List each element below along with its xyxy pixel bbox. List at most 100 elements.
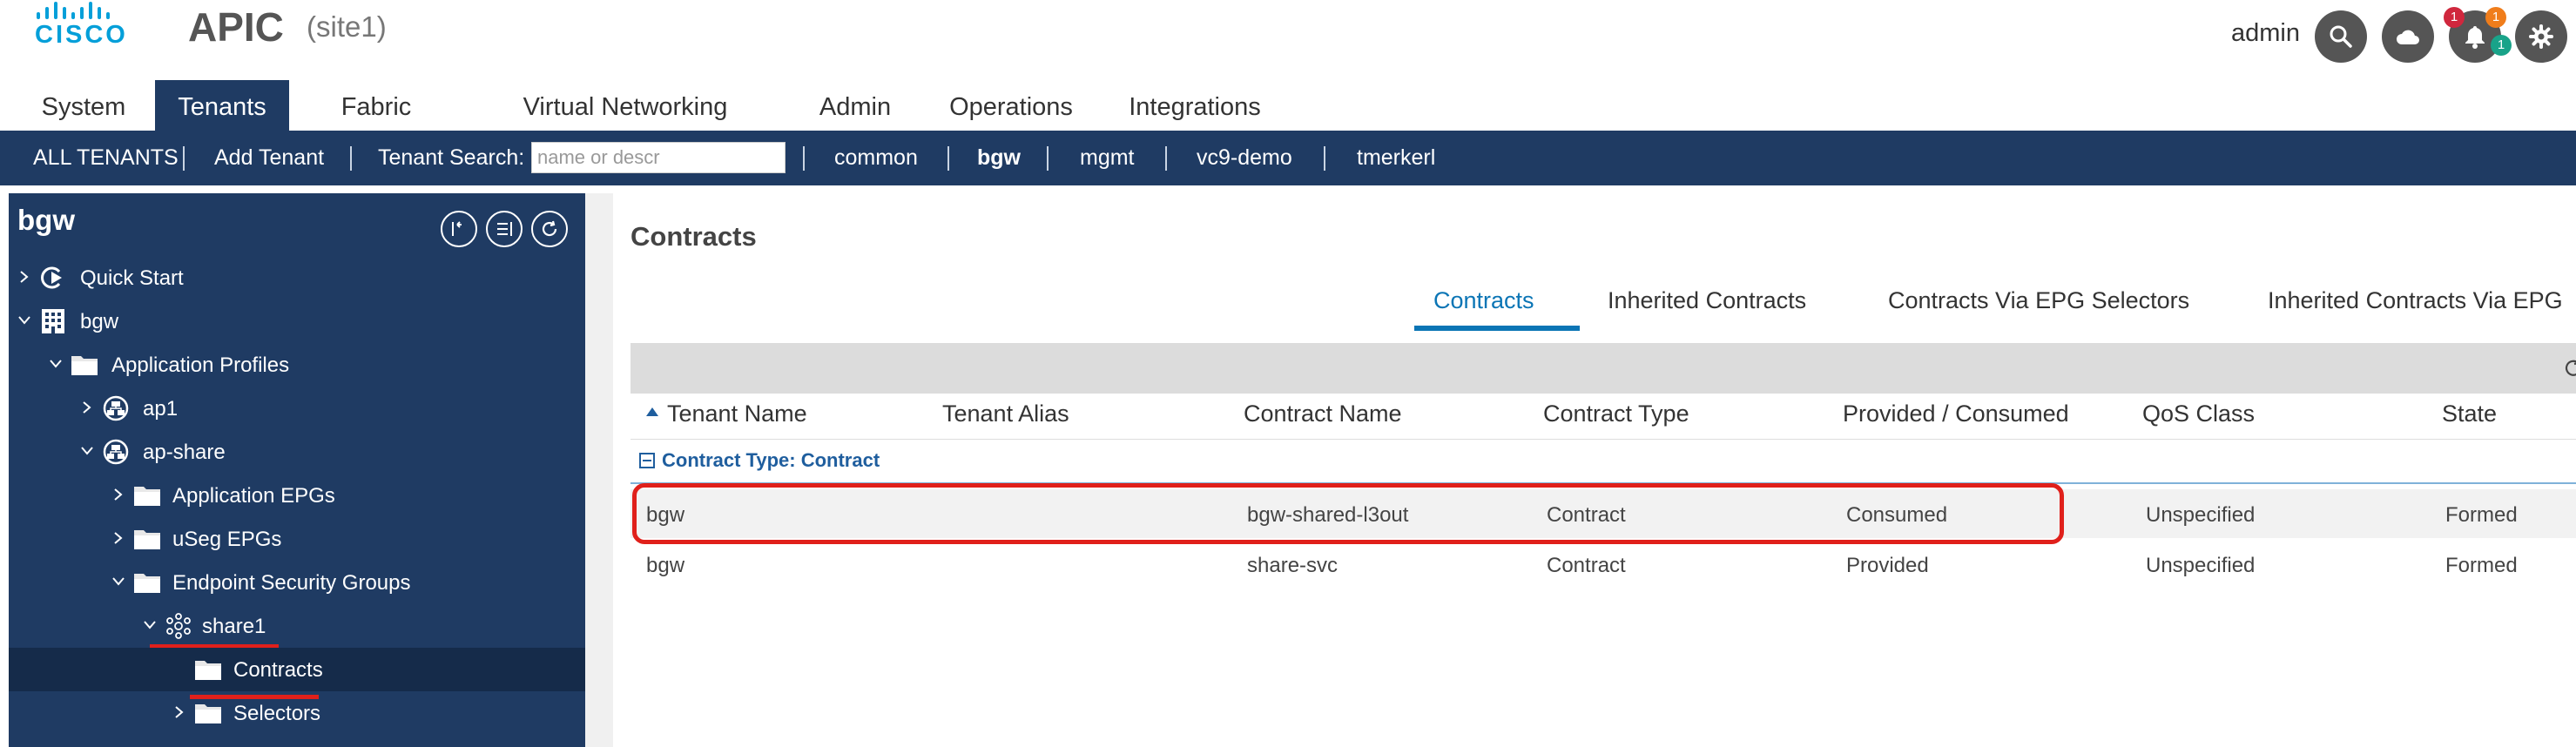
app-title: APIC bbox=[188, 4, 284, 50]
tree-item-ap-share[interactable]: ap-share bbox=[9, 430, 585, 474]
chevron-down-icon[interactable] bbox=[78, 442, 96, 460]
refresh-icon[interactable] bbox=[2562, 357, 2576, 380]
separator bbox=[803, 146, 805, 171]
sidebar-title: bgw bbox=[17, 204, 75, 236]
info-alert-badge: 1 bbox=[2491, 35, 2512, 56]
column-header-state[interactable]: State bbox=[2442, 400, 2497, 427]
cell-contract-type: Contract bbox=[1547, 554, 1626, 577]
folder-icon bbox=[195, 661, 221, 680]
settings-button[interactable] bbox=[2515, 10, 2567, 63]
chevron-right-icon[interactable] bbox=[110, 529, 127, 547]
navigation-pane: bgw Quick Start bgw Application Profiles… bbox=[9, 193, 585, 747]
chevron-down-icon[interactable] bbox=[110, 573, 127, 590]
tab-contracts[interactable]: Contracts bbox=[1433, 287, 1534, 322]
separator bbox=[1047, 146, 1049, 171]
cell-qos-class: Unspecified bbox=[2146, 554, 2256, 577]
tree-item-label: Application EPGs bbox=[172, 484, 335, 508]
add-tenant-link[interactable]: Add Tenant bbox=[214, 131, 324, 185]
tree-item-useg-epgs[interactable]: uSeg EPGs bbox=[9, 517, 585, 561]
tenant-link-vc9-demo[interactable]: vc9-demo bbox=[1197, 131, 1292, 185]
tab-virtual-networking[interactable]: Virtual Networking bbox=[505, 80, 745, 131]
tenant-link-common[interactable]: common bbox=[834, 131, 918, 185]
tab-fabric[interactable]: Fabric bbox=[314, 80, 439, 131]
page-title: Contracts bbox=[631, 221, 757, 252]
tree-item-label: share1 bbox=[202, 615, 266, 638]
tree-item-label: ap1 bbox=[143, 397, 179, 421]
refresh-tree-button[interactable] bbox=[531, 211, 568, 247]
tab-tenants[interactable]: Tenants bbox=[155, 80, 289, 131]
tenant-bar: ALL TENANTS Add Tenant Tenant Search: co… bbox=[0, 131, 2576, 185]
active-tab-indicator bbox=[1414, 326, 1580, 331]
cell-state: Formed bbox=[2445, 554, 2518, 577]
table-toolbar bbox=[631, 343, 2576, 394]
chevron-right-icon[interactable] bbox=[110, 486, 127, 503]
tab-operations[interactable]: Operations bbox=[937, 80, 1085, 131]
column-header-provided-consumed[interactable]: Provided / Consumed bbox=[1843, 400, 2069, 427]
column-header-qos-class[interactable]: QoS Class bbox=[2142, 400, 2255, 427]
main-nav: System Tenants Fabric Virtual Networking… bbox=[0, 80, 2576, 131]
collapse-group-icon[interactable] bbox=[639, 453, 655, 468]
work-pane: Contracts Contracts Inherited Contracts … bbox=[613, 202, 2576, 747]
tree-item-label: Endpoint Security Groups bbox=[172, 571, 411, 595]
column-header-tenant-alias[interactable]: Tenant Alias bbox=[942, 400, 1069, 427]
tree-item-quick-start[interactable]: Quick Start bbox=[9, 256, 585, 299]
esg-icon bbox=[166, 613, 191, 639]
separator bbox=[350, 146, 352, 171]
app-profile-icon bbox=[103, 395, 129, 421]
tab-system[interactable]: System bbox=[24, 80, 143, 131]
tree-item-label: Application Profiles bbox=[111, 353, 290, 377]
warning-alert-badge: 1 bbox=[2485, 7, 2506, 28]
tree-item-application-profiles[interactable]: Application Profiles bbox=[9, 343, 585, 387]
search-icon bbox=[2330, 25, 2352, 48]
chevron-right-icon[interactable] bbox=[16, 268, 33, 286]
bell-icon bbox=[2465, 26, 2485, 49]
tree-item-endpoint-security-groups[interactable]: Endpoint Security Groups bbox=[9, 561, 585, 604]
list-view-button[interactable] bbox=[486, 211, 523, 247]
all-tenants-link[interactable]: ALL TENANTS bbox=[33, 131, 179, 185]
critical-alert-badge: 1 bbox=[2444, 7, 2465, 28]
tree-item-contracts[interactable]: Contracts bbox=[9, 648, 585, 691]
cloud-icon bbox=[2397, 30, 2419, 44]
column-header-contract-name[interactable]: Contract Name bbox=[1244, 400, 1402, 427]
cell-tenant-name: bgw bbox=[646, 554, 685, 577]
tenant-link-bgw[interactable]: bgw bbox=[977, 131, 1021, 185]
cell-provided-consumed: Provided bbox=[1846, 554, 1929, 577]
chevron-right-icon[interactable] bbox=[78, 399, 96, 416]
app-profile-icon bbox=[103, 439, 129, 465]
tab-inherited-contracts-via-epg[interactable]: Inherited Contracts Via EPG bbox=[2268, 287, 2563, 322]
column-header-contract-type[interactable]: Contract Type bbox=[1543, 400, 1689, 427]
chevron-right-icon[interactable] bbox=[171, 703, 188, 721]
tree-item-share1[interactable]: share1 bbox=[9, 604, 585, 648]
tab-admin[interactable]: Admin bbox=[801, 80, 909, 131]
refresh-icon bbox=[542, 220, 557, 237]
tree-item-label: ap-share bbox=[143, 441, 226, 464]
chevron-down-icon[interactable] bbox=[16, 312, 33, 329]
search-button[interactable] bbox=[2315, 10, 2367, 63]
tree-item-ap1[interactable]: ap1 bbox=[9, 387, 585, 430]
pane-divider[interactable] bbox=[585, 193, 613, 747]
cell-qos-class: Unspecified bbox=[2146, 503, 2256, 527]
tree-item-application-epgs[interactable]: Application EPGs bbox=[9, 474, 585, 517]
separator bbox=[1165, 146, 1167, 171]
tree-item-label: Selectors bbox=[233, 702, 321, 725]
user-menu[interactable]: admin bbox=[2231, 19, 2300, 48]
cloud-button[interactable] bbox=[2382, 10, 2434, 63]
tenant-link-mgmt[interactable]: mgmt bbox=[1080, 131, 1135, 185]
gear-icon bbox=[2529, 24, 2553, 49]
collapse-button[interactable] bbox=[441, 211, 477, 247]
tab-integrations[interactable]: Integrations bbox=[1116, 80, 1273, 131]
tenant-link-tmerkerl[interactable]: tmerkerl bbox=[1357, 131, 1435, 185]
chevron-down-icon[interactable] bbox=[47, 355, 64, 373]
tree-item-selectors[interactable]: Selectors bbox=[9, 691, 585, 735]
tree-item-tenant-bgw[interactable]: bgw bbox=[9, 299, 585, 343]
chevron-down-icon[interactable] bbox=[141, 616, 158, 634]
tab-contracts-via-epg-selectors[interactable]: Contracts Via EPG Selectors bbox=[1888, 287, 2189, 322]
separator bbox=[947, 146, 949, 171]
column-header-tenant-name[interactable]: Tenant Name bbox=[667, 400, 807, 427]
sort-ascending-icon[interactable] bbox=[646, 407, 658, 416]
folder-icon bbox=[71, 356, 98, 375]
table-row[interactable]: bgw share-svc Contract Provided Unspecif… bbox=[631, 540, 2576, 589]
tab-inherited-contracts[interactable]: Inherited Contracts bbox=[1608, 287, 1806, 322]
annotation-highlight-box bbox=[632, 483, 2064, 544]
tenant-search-input[interactable] bbox=[531, 142, 786, 173]
